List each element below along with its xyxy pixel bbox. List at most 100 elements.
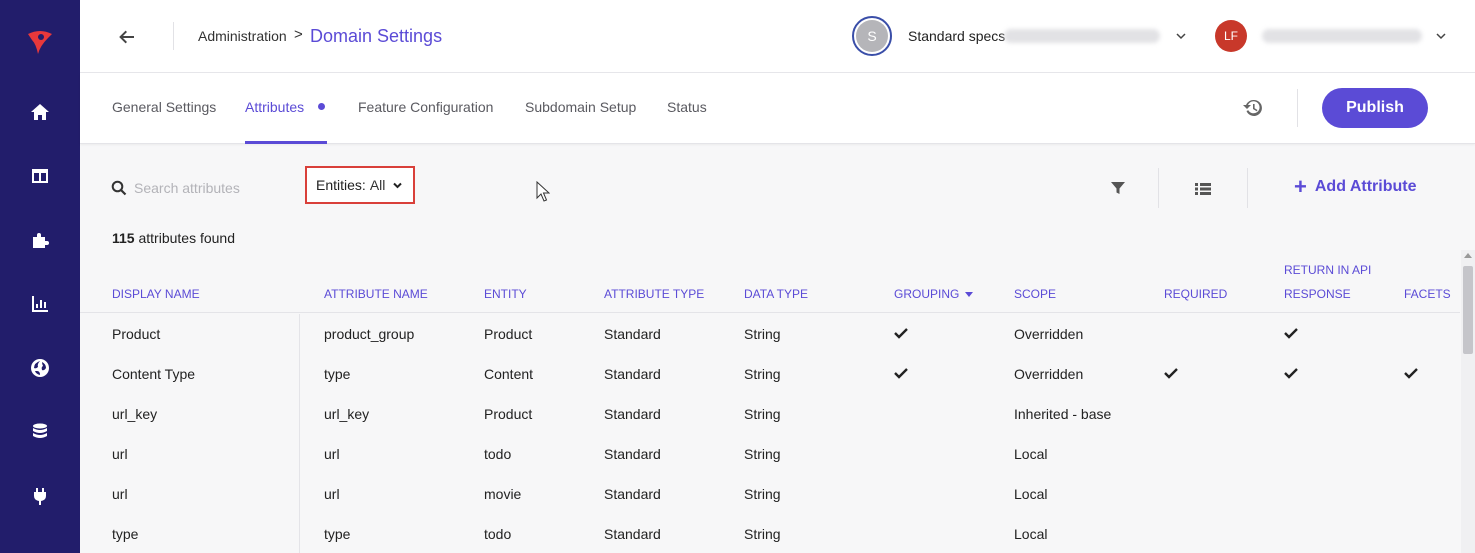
cell-attribute-type: Standard: [604, 326, 661, 342]
column-header-return-api-line1[interactable]: RETURN IN API: [1284, 263, 1371, 277]
table-row[interactable]: url url movie Standard String Local: [80, 474, 1460, 514]
tab-feature-configuration[interactable]: Feature Configuration: [358, 99, 493, 115]
results-count: 115 attributes found: [112, 230, 235, 246]
active-tab-underline: [245, 141, 327, 144]
table-row[interactable]: url url todo Standard String Local: [80, 434, 1460, 474]
cell-display-name: Product: [112, 326, 161, 342]
mouse-cursor-icon: [536, 181, 550, 202]
cell-attribute-type: Standard: [604, 366, 661, 382]
scrollbar-thumb[interactable]: [1463, 266, 1473, 354]
cell-entity: movie: [484, 486, 522, 502]
scroll-up-arrow-icon[interactable]: [1464, 253, 1472, 258]
cell-entity: todo: [484, 526, 512, 542]
breadcrumb-administration[interactable]: Administration: [198, 28, 287, 44]
cell-attribute-type: Standard: [604, 446, 661, 462]
table-row[interactable]: url_key url_key Product Standard String Inher…: [80, 394, 1460, 434]
column-header-return-api-line2[interactable]: RESPONSE: [1284, 287, 1351, 301]
cell-scope: Local: [1014, 486, 1048, 502]
cell-scope: Local: [1014, 446, 1048, 462]
chart-icon: [32, 296, 48, 312]
cell-scope: Overridden: [1014, 326, 1084, 342]
divider: [1247, 168, 1248, 208]
sort-descending-icon: [965, 292, 974, 298]
cell-attribute-name: url: [324, 486, 340, 502]
column-header-scope[interactable]: SCOPE: [1014, 287, 1056, 301]
add-attribute-label: Add Attribute: [1314, 178, 1417, 195]
list-view-icon[interactable]: [1194, 180, 1212, 198]
cell-attribute-name: url_key: [324, 406, 370, 422]
tab-subdomain-setup[interactable]: Subdomain Setup: [525, 99, 636, 115]
table-header: DISPLAY NAME ATTRIBUTE NAME ENTITY ATTRI…: [80, 250, 1460, 313]
column-header-facets[interactable]: FACETS: [1404, 287, 1451, 301]
column-header-attribute-type[interactable]: ATTRIBUTE TYPE: [604, 287, 704, 301]
cell-attribute-name: type: [324, 526, 351, 542]
cell-attribute-type: Standard: [604, 406, 661, 422]
cell-entity: Product: [484, 326, 533, 342]
spec-avatar-initial: S: [856, 20, 888, 52]
cell-data-type: String: [744, 326, 781, 342]
tab-general-settings[interactable]: General Settings: [112, 99, 216, 115]
entities-filter-dropdown[interactable]: Entities: All: [305, 166, 415, 204]
add-attribute-button[interactable]: + Add Attribute: [1294, 176, 1417, 198]
grouping-check-icon: [894, 368, 908, 379]
divider: [1297, 89, 1298, 127]
user-name-redacted: [1262, 29, 1422, 43]
cell-attribute-name: type: [324, 366, 351, 382]
cell-data-type: String: [744, 406, 781, 422]
cell-attribute-name: product_group: [324, 326, 415, 342]
history-icon[interactable]: [1242, 97, 1264, 119]
sidebar-item-analytics[interactable]: [24, 288, 56, 320]
column-header-display-name[interactable]: DISPLAY NAME: [112, 287, 200, 301]
sidebar-item-data[interactable]: [24, 416, 56, 448]
plug-icon: [34, 488, 46, 505]
cell-display-name: type: [112, 526, 139, 542]
spec-name-redacted: [1004, 29, 1160, 43]
cell-display-name: url_key: [112, 406, 158, 422]
column-header-attribute-name[interactable]: ATTRIBUTE NAME: [324, 287, 428, 301]
cell-attribute-type: Standard: [604, 486, 661, 502]
sidebar-item-home[interactable]: [24, 96, 56, 128]
divider: [1158, 168, 1159, 208]
cell-entity: todo: [484, 446, 512, 462]
layout-icon: [32, 169, 48, 183]
cell-data-type: String: [744, 366, 781, 382]
cell-display-name: url: [112, 486, 128, 502]
cell-attribute-name: url: [324, 446, 340, 462]
table-row[interactable]: Content Type type Content Standard String Ove…: [80, 354, 1460, 394]
table-row[interactable]: type type todo Standard String Local: [80, 514, 1460, 553]
top-bar: Administration > Domain Settings S Stand…: [80, 0, 1475, 73]
filter-icon[interactable]: [1109, 179, 1127, 197]
cell-scope: Overridden: [1014, 366, 1084, 382]
vertical-scrollbar[interactable]: [1461, 250, 1475, 553]
spec-avatar[interactable]: S: [852, 16, 892, 56]
tab-attributes[interactable]: Attributes: [245, 99, 304, 115]
home-icon: [31, 104, 49, 120]
column-header-data-type[interactable]: DATA TYPE: [744, 287, 808, 301]
column-divider: [299, 314, 300, 553]
column-header-grouping-label: GROUPING: [894, 287, 960, 301]
entities-filter-label: Entities:: [316, 177, 366, 193]
globe-icon: [31, 359, 49, 377]
column-header-entity[interactable]: ENTITY: [484, 287, 527, 301]
spec-selector-label[interactable]: Standard specs: [908, 28, 1005, 44]
chevron-down-icon[interactable]: [1174, 29, 1188, 43]
chevron-down-icon[interactable]: [1434, 29, 1448, 43]
column-header-grouping[interactable]: GROUPING: [894, 287, 974, 301]
column-header-required[interactable]: REQUIRED: [1164, 287, 1227, 301]
search-input[interactable]: [134, 176, 284, 200]
search-icon: [111, 180, 127, 196]
sidebar-item-layout[interactable]: [24, 160, 56, 192]
back-arrow-icon[interactable]: [116, 26, 138, 48]
app-logo-icon[interactable]: [24, 24, 56, 56]
sidebar-item-domains[interactable]: [24, 352, 56, 384]
grouping-check-icon: [894, 328, 908, 339]
puzzle-icon: [33, 233, 49, 248]
cell-entity: Content: [484, 366, 534, 382]
table-row[interactable]: Product product_group Product Standard Strin…: [80, 314, 1460, 354]
publish-button[interactable]: Publish: [1322, 88, 1428, 128]
tab-status[interactable]: Status: [667, 99, 707, 115]
user-avatar[interactable]: LF: [1215, 20, 1247, 52]
sidebar-item-extensions[interactable]: [24, 224, 56, 256]
database-icon: [33, 423, 47, 438]
sidebar-item-integrations[interactable]: [24, 480, 56, 512]
